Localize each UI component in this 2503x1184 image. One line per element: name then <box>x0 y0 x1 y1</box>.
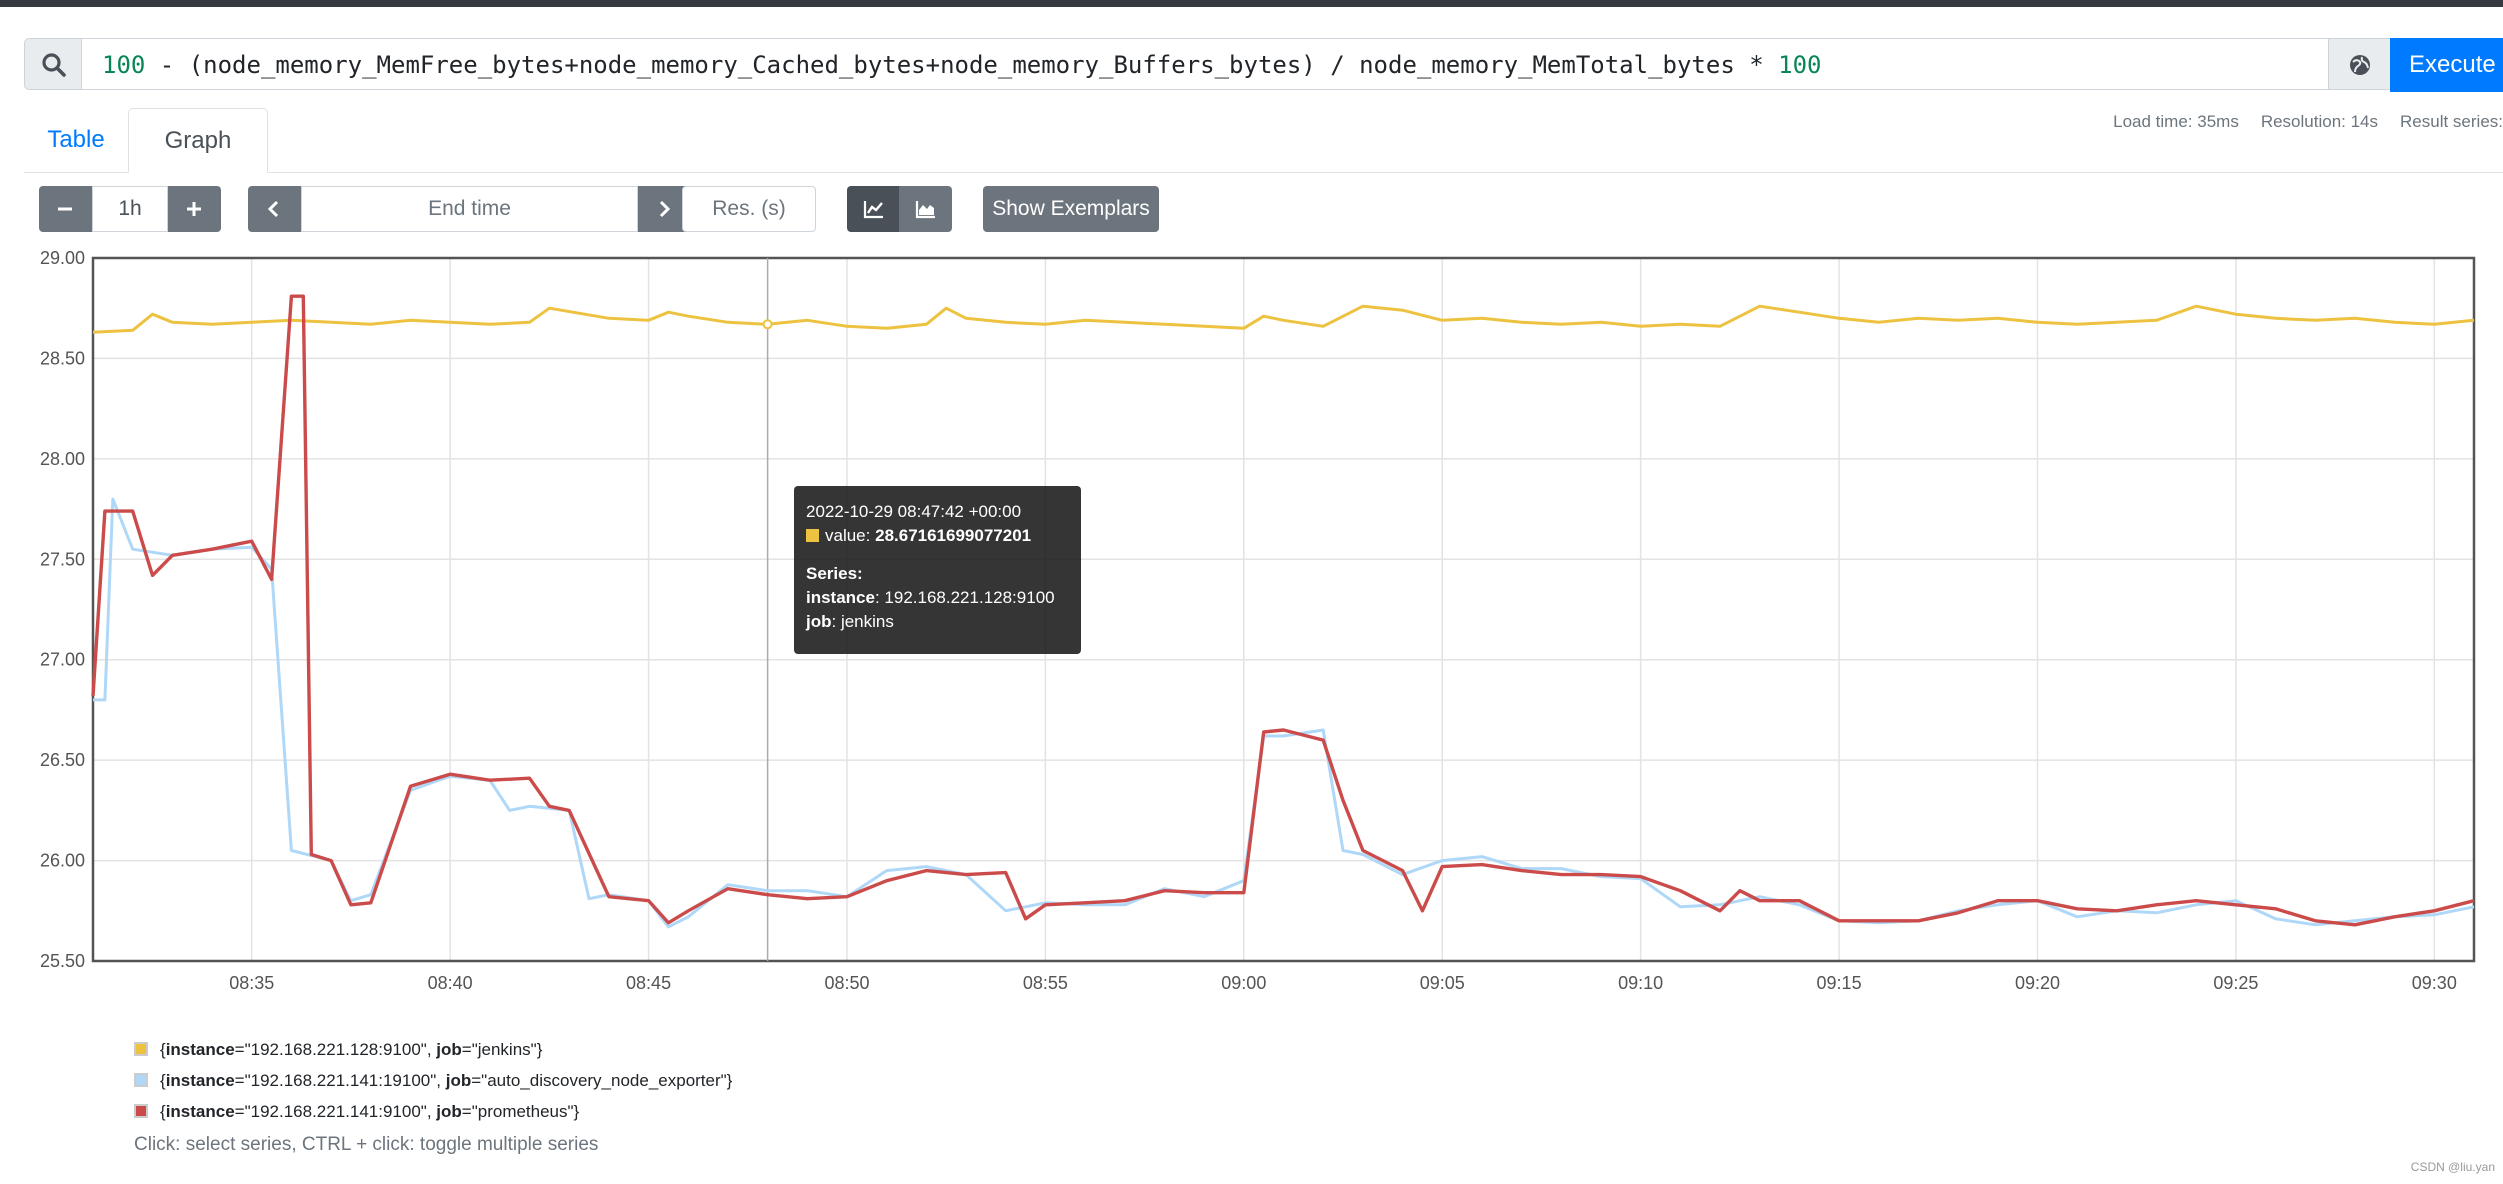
tooltip-value: 28.67161699077201 <box>875 526 1032 545</box>
watermark: CSDN @liu.yan <box>2410 1160 2495 1174</box>
unstacked-lines-button[interactable] <box>847 186 899 232</box>
x-tick-label: 09:00 <box>1221 973 1266 993</box>
top-navbar <box>0 0 2503 7</box>
tooltip-instance: instance: 192.168.221.128:9100 <box>806 588 1055 607</box>
expression-number: 100 <box>1778 51 1822 79</box>
expression-input[interactable]: 100 - (node_memory_MemFree_bytes+node_me… <box>82 38 2352 90</box>
tab-graph[interactable]: Graph <box>128 108 268 173</box>
tooltip-value-row: value: 28.67161699077201 <box>806 524 1069 548</box>
range-input[interactable]: 1h <box>92 186 168 232</box>
end-time-input[interactable]: End time <box>301 186 638 232</box>
y-tick-label: 26.50 <box>40 750 85 770</box>
plus-icon <box>187 202 201 216</box>
legend-item[interactable]: {instance="192.168.221.141:9100", job="p… <box>134 1098 732 1129</box>
line-chart[interactable]: 25.50 26.00 26.50 27.00 27.50 28.00 28.50 29.00… <box>0 240 2503 1000</box>
chevron-right-icon <box>659 200 671 218</box>
line-chart-icon <box>863 201 883 219</box>
legend-swatch <box>134 1104 148 1118</box>
expression-number: 100 <box>102 51 146 79</box>
search-icon[interactable] <box>24 38 82 90</box>
y-tick-label: 27.00 <box>40 650 85 670</box>
tab-table[interactable]: Table <box>24 108 128 172</box>
y-tick-label: 28.50 <box>40 348 85 368</box>
tooltip-value-label: value: <box>825 526 871 545</box>
expression-text: - (node_memory_MemFree_bytes+node_memory… <box>145 51 1779 79</box>
tooltip-series-label: Series: <box>806 564 863 583</box>
load-time: Load time: 35ms <box>2113 112 2239 131</box>
stacked-area-button[interactable] <box>899 186 952 232</box>
x-tick-label: 09:25 <box>2213 973 2258 993</box>
legend-item[interactable]: {instance="192.168.221.128:9100", job="j… <box>134 1036 732 1067</box>
show-exemplars-button[interactable]: Show Exemplars <box>983 186 1159 232</box>
x-tick-label: 08:40 <box>428 973 473 993</box>
y-tick-label: 26.00 <box>40 851 85 871</box>
series-color-swatch <box>806 529 819 542</box>
metrics-explorer-icon[interactable] <box>2328 38 2390 90</box>
result-series: Result series: <box>2400 112 2503 131</box>
x-tick-label: 09:05 <box>1420 973 1465 993</box>
legend-item[interactable]: {instance="192.168.221.141:19100", job="… <box>134 1067 732 1098</box>
minus-icon <box>58 207 72 211</box>
expression-row: 100 - (node_memory_MemFree_bytes+node_me… <box>24 38 2503 92</box>
y-tick-label: 28.00 <box>40 449 85 469</box>
x-tick-label: 09:10 <box>1618 973 1663 993</box>
x-tick-label: 08:50 <box>824 973 869 993</box>
y-tick-label: 29.00 <box>40 248 85 268</box>
x-tick-label: 08:35 <box>229 973 274 993</box>
resolution: Resolution: 14s <box>2260 112 2379 131</box>
x-tick-label: 09:30 <box>2412 973 2457 993</box>
y-tick-label: 25.50 <box>40 951 85 971</box>
tooltip-job: job: jenkins <box>806 612 894 631</box>
query-stats: Load time: 35ms Resolution: 14s Result ser… <box>2091 112 2503 132</box>
hover-point <box>762 319 773 330</box>
x-tick-label: 08:45 <box>626 973 671 993</box>
graph-area[interactable]: 25.50 26.00 26.50 27.00 27.50 28.00 28.50 29.00… <box>0 240 2503 1000</box>
legend-swatch <box>134 1042 148 1056</box>
y-tick-label: 27.50 <box>40 549 85 569</box>
legend-swatch <box>134 1073 148 1087</box>
previous-time-button[interactable] <box>248 186 301 232</box>
resolution-input[interactable]: Res. (s) <box>682 186 816 232</box>
graph-legend: {instance="192.168.221.128:9100", job="j… <box>134 1036 732 1129</box>
area-chart-icon <box>915 201 935 219</box>
increase-range-button[interactable] <box>168 186 221 232</box>
chevron-left-icon <box>267 200 279 218</box>
tooltip-timestamp: 2022-10-29 08:47:42 +00:00 <box>806 502 1022 521</box>
execute-button[interactable]: Execute <box>2390 38 2503 92</box>
graph-tooltip: 2022-10-29 08:47:42 +00:00 value: 28.671… <box>794 486 1081 654</box>
x-tick-label: 09:15 <box>1817 973 1862 993</box>
legend-hint: Click: select series, CTRL + click: togg… <box>134 1134 599 1155</box>
x-tick-label: 08:55 <box>1023 973 1068 993</box>
decrease-range-button[interactable] <box>39 186 92 232</box>
x-tick-label: 09:20 <box>2015 973 2060 993</box>
